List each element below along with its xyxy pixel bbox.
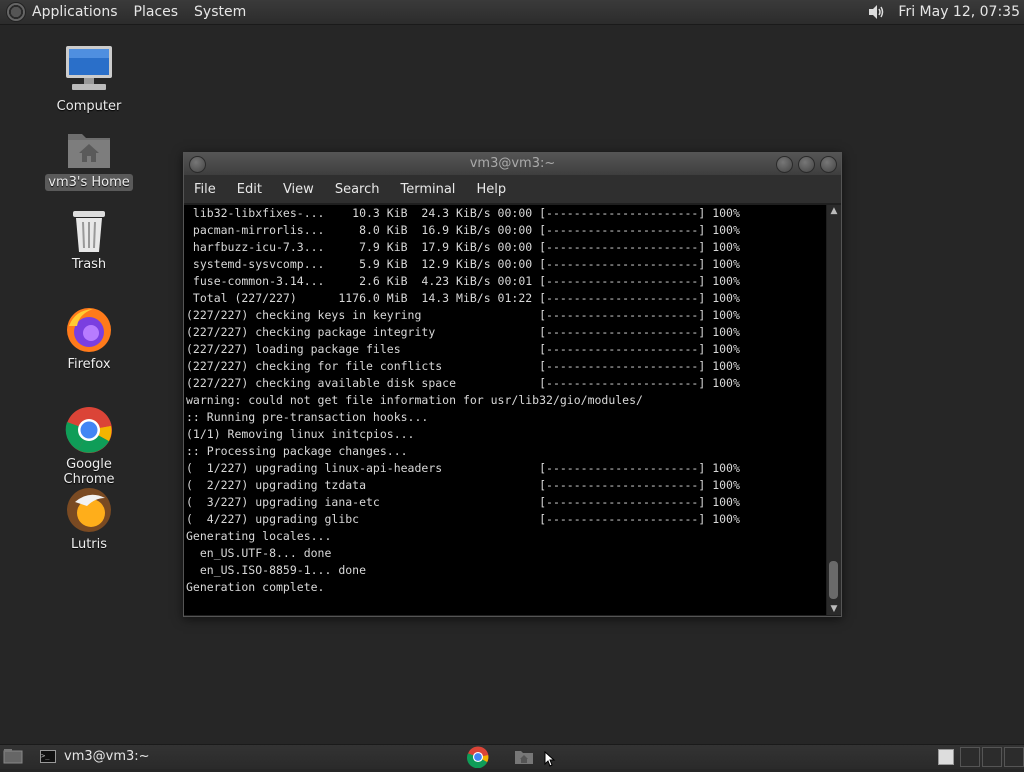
- terminal-line: (227/227) loading package files [-------…: [186, 342, 740, 356]
- window-titlebar[interactable]: vm3@vm3:~: [184, 153, 841, 175]
- scroll-up-icon[interactable]: ▲: [827, 205, 841, 217]
- close-icon[interactable]: [820, 156, 837, 173]
- terminal-line: ( 4/227) upgrading glibc [--------------…: [186, 512, 740, 526]
- firefox-icon: [65, 306, 113, 354]
- menu-system[interactable]: System: [194, 4, 246, 20]
- desktop-icon-home[interactable]: vm3's Home: [44, 128, 134, 191]
- mouse-cursor-icon: [544, 750, 556, 767]
- terminal-line: fuse-common-3.14... 2.6 KiB 4.23 KiB/s 0…: [186, 274, 740, 288]
- taskbar-button-terminal[interactable]: >_ vm3@vm3:~: [34, 746, 156, 767]
- window-menu-icon[interactable]: [189, 156, 206, 173]
- terminal-line: (227/227) checking for file conflicts [-…: [186, 359, 740, 373]
- bottom-panel: >_ vm3@vm3:~: [0, 744, 1024, 769]
- terminal-line: systemd-sysvcomp... 5.9 KiB 12.9 KiB/s 0…: [186, 257, 740, 271]
- desktop-icon-label: vm3's Home: [45, 174, 133, 191]
- desktop-icon-label: Trash: [71, 257, 107, 272]
- menu-edit[interactable]: Edit: [237, 182, 262, 197]
- home-folder-launcher-icon[interactable]: [514, 748, 534, 765]
- desktop-icon-trash[interactable]: Trash: [44, 208, 134, 273]
- terminal-line: :: Running pre-transaction hooks...: [186, 410, 429, 424]
- taskbar-button-label: vm3@vm3:~: [64, 749, 150, 764]
- terminal-scrollbar[interactable]: ▲ ▼: [827, 205, 841, 615]
- menu-places[interactable]: Places: [134, 4, 179, 20]
- speaker-icon[interactable]: [866, 2, 886, 22]
- terminal-line: Generating locales...: [186, 529, 332, 543]
- terminal-line: (227/227) checking package integrity [--…: [186, 325, 740, 339]
- menu-terminal[interactable]: Terminal: [400, 182, 455, 197]
- window-title: vm3@vm3:~: [469, 156, 556, 171]
- terminal-line: ( 2/227) upgrading tzdata [-------------…: [186, 478, 740, 492]
- desktop-icon-label: Firefox: [67, 357, 111, 372]
- chrome-icon: [65, 406, 113, 454]
- terminal-line: en_US.ISO-8859-1... done: [186, 563, 367, 577]
- desktop-icon-chrome[interactable]: Google Chrome: [44, 406, 134, 488]
- desktop-icon-label: Google Chrome: [63, 457, 115, 487]
- terminal-line: Generation complete.: [186, 580, 325, 594]
- terminal-line: (1/1) Removing linux initcpios...: [186, 427, 415, 441]
- terminal-line: warning: could not get file information …: [186, 393, 643, 407]
- terminal-output[interactable]: lib32-libxfixes-... 10.3 KiB 24.3 KiB/s …: [184, 205, 826, 615]
- terminal-menubar: File Edit View Search Terminal Help: [184, 175, 841, 203]
- menu-file[interactable]: File: [194, 182, 216, 197]
- clock[interactable]: Fri May 12, 07:35: [898, 4, 1020, 20]
- terminal-line: ( 1/227) upgrading linux-api-headers [--…: [186, 461, 740, 475]
- terminal-line: Total (227/227) 1176.0 MiB 14.3 MiB/s 01…: [186, 291, 740, 305]
- desktop-icon-label: Lutris: [70, 537, 108, 552]
- terminal-line: (227/227) checking available disk space …: [186, 376, 740, 390]
- top-panel: Applications Places System Fri May 12, 0…: [0, 0, 1024, 25]
- computer-icon: [64, 44, 114, 96]
- terminal-icon: >_: [40, 750, 56, 763]
- workspace-2[interactable]: [960, 747, 980, 767]
- menu-view[interactable]: View: [283, 182, 314, 197]
- terminal-line: pacman-mirrorlis... 8.0 KiB 16.9 KiB/s 0…: [186, 223, 740, 237]
- lutris-icon: [65, 486, 113, 534]
- desktop-icon-label: Computer: [56, 99, 122, 114]
- workspace-3[interactable]: [982, 747, 1002, 767]
- home-folder-icon: [64, 128, 114, 172]
- menu-help[interactable]: Help: [476, 182, 506, 197]
- scroll-down-icon[interactable]: ▼: [827, 603, 841, 615]
- desktop-icon-lutris[interactable]: Lutris: [44, 486, 134, 553]
- terminal-line: :: Processing package changes...: [186, 444, 408, 458]
- scrollbar-thumb[interactable]: [829, 561, 838, 599]
- terminal-line: ( 3/227) upgrading iana-etc [-----------…: [186, 495, 740, 509]
- workspace-4[interactable]: [1004, 747, 1024, 767]
- terminal-line: harfbuzz-icu-7.3... 7.9 KiB 17.9 KiB/s 0…: [186, 240, 740, 254]
- maximize-icon[interactable]: [798, 156, 815, 173]
- chrome-launcher-icon[interactable]: [466, 746, 489, 769]
- menu-search[interactable]: Search: [335, 182, 380, 197]
- system-logo-icon[interactable]: [6, 2, 26, 22]
- show-desktop-icon[interactable]: [3, 748, 23, 764]
- desktop-icon-computer[interactable]: Computer: [44, 44, 134, 115]
- terminal-line: lib32-libxfixes-... 10.3 KiB 24.3 KiB/s …: [186, 206, 740, 220]
- terminal-window[interactable]: vm3@vm3:~ File Edit View Search Terminal…: [183, 152, 842, 617]
- workspace-1[interactable]: [938, 749, 954, 765]
- terminal-line: en_US.UTF-8... done: [186, 546, 332, 560]
- desktop-icon-firefox[interactable]: Firefox: [44, 306, 134, 373]
- minimize-icon[interactable]: [776, 156, 793, 173]
- terminal-line: (227/227) checking keys in keyring [----…: [186, 308, 740, 322]
- menu-applications[interactable]: Applications: [32, 4, 118, 20]
- trash-icon: [69, 208, 109, 254]
